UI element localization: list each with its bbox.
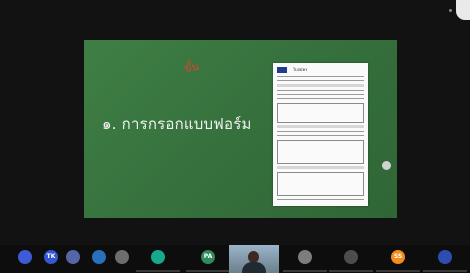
participant-name bbox=[423, 270, 467, 272]
form-line bbox=[277, 135, 364, 136]
form-logo bbox=[277, 67, 287, 73]
form-image: ใบสมัคร bbox=[273, 63, 368, 206]
form-section-bar bbox=[277, 166, 364, 169]
form-line bbox=[277, 90, 364, 91]
participant-video-tile[interactable] bbox=[229, 245, 279, 273]
participant-name bbox=[376, 270, 420, 272]
form-table bbox=[277, 103, 364, 123]
form-line bbox=[277, 76, 364, 77]
form-section-bar bbox=[277, 84, 364, 87]
participant-name bbox=[283, 270, 327, 272]
form-line bbox=[277, 94, 364, 95]
participant-avatar: PA bbox=[201, 250, 215, 264]
screen-scroll-indicator[interactable] bbox=[382, 161, 391, 170]
form-line bbox=[277, 80, 364, 81]
form-table bbox=[277, 172, 364, 196]
participant-tray: TK PA SS bbox=[0, 245, 470, 273]
participant-avatar: SS bbox=[391, 250, 405, 264]
participant-name bbox=[136, 270, 180, 272]
window-corner-dot bbox=[449, 9, 452, 12]
participant-avatar bbox=[115, 250, 129, 264]
participant-tile[interactable]: SS bbox=[373, 246, 423, 272]
slide-heading: ๑. การกรอกแบบฟอร์ม bbox=[102, 115, 252, 133]
participant-tile[interactable]: PA bbox=[183, 246, 233, 272]
form-line bbox=[277, 199, 364, 200]
form-table bbox=[277, 140, 364, 164]
participant-avatar bbox=[151, 250, 165, 264]
participant-tile[interactable] bbox=[326, 246, 376, 272]
window-corner-button[interactable] bbox=[456, 0, 470, 20]
participant-avatar bbox=[298, 250, 312, 264]
slide-handwriting: ขั้น bbox=[183, 60, 200, 75]
form-section-bar bbox=[277, 125, 364, 128]
form-line bbox=[277, 98, 364, 99]
participant-video-body bbox=[242, 262, 266, 273]
form-title: ใบสมัคร bbox=[293, 67, 308, 72]
participant-tile[interactable] bbox=[133, 246, 183, 272]
participant-avatar bbox=[344, 250, 358, 264]
shared-screen: ขั้น ๑. การกรอกแบบฟอร์ม ใบสมัคร bbox=[84, 40, 397, 218]
participant-tile[interactable] bbox=[280, 246, 330, 272]
participant-name bbox=[329, 270, 373, 272]
form-line bbox=[277, 131, 364, 132]
participant-avatar bbox=[438, 250, 452, 264]
participant-name bbox=[186, 270, 230, 272]
participant-tile[interactable] bbox=[420, 246, 470, 272]
